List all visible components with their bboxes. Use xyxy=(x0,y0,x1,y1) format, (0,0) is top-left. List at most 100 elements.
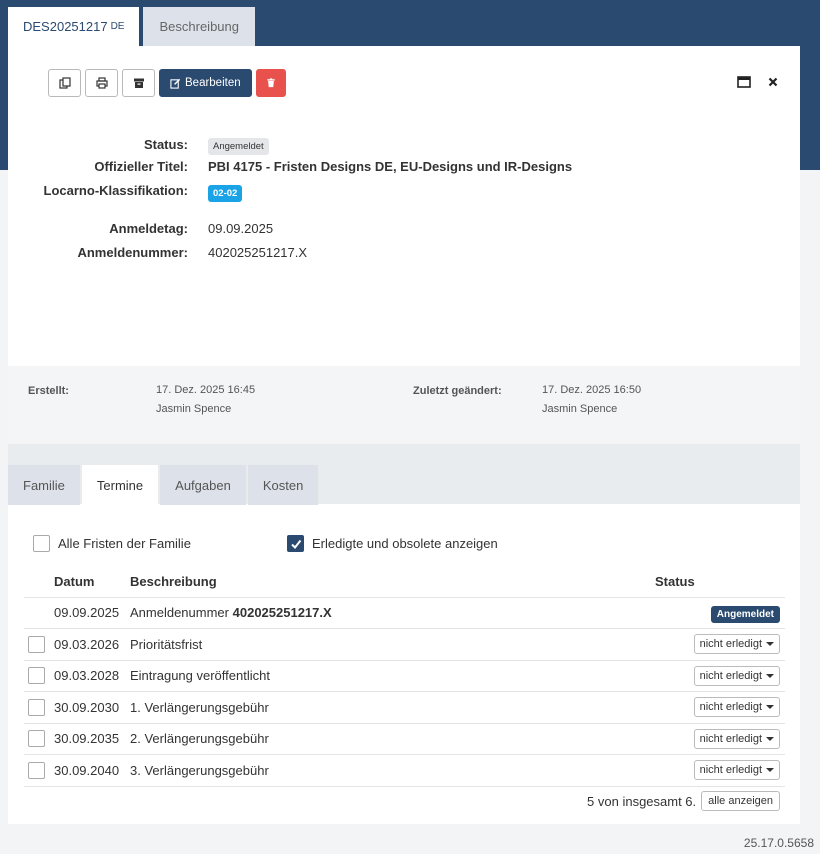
status-dropdown[interactable]: nicht erledigt xyxy=(693,697,780,718)
caret-down-icon xyxy=(766,642,774,647)
family-checkbox[interactable] xyxy=(33,535,50,552)
row-checkbox[interactable] xyxy=(28,635,45,653)
close-icon[interactable] xyxy=(765,74,781,90)
row-checkbox[interactable] xyxy=(28,667,45,685)
status-badge: Angemeldet xyxy=(710,606,780,624)
row-description-number: 402025251217.X xyxy=(232,605,332,621)
table-header-row: Datum Beschreibung Status xyxy=(24,567,785,598)
copy-button[interactable] xyxy=(48,69,81,97)
check-icon xyxy=(290,539,301,549)
version-label: 25.17.0.5658 xyxy=(743,836,814,850)
field-label: Offizieller Titel: xyxy=(94,158,188,174)
tab-kosten[interactable]: Kosten xyxy=(247,465,319,505)
deadlines-table: Datum Beschreibung Status 09.09.2025 Anm… xyxy=(24,567,785,787)
field-label: Locarno-Klassifikation: xyxy=(43,182,188,198)
caret-down-icon xyxy=(766,673,774,678)
field-value: PBI 4175 - Fristen Designs DE, EU-Design… xyxy=(208,158,573,174)
sub-tabs: Familie Termine Aufgaben Kosten xyxy=(8,465,319,505)
row-description-text: Anmeldenummer xyxy=(130,605,229,621)
field-title: Offizieller Titel: PBI 4175 - Fristen De… xyxy=(8,156,800,176)
toolbar: Bearbeiten xyxy=(48,69,286,97)
header-description[interactable]: Beschreibung xyxy=(130,567,655,598)
row-description: 1. Verlängerungsgebühr xyxy=(130,691,655,724)
row-date: 30.09.2030 xyxy=(54,691,130,724)
record-tabs: DES20251217 DE Beschreibung xyxy=(8,7,255,46)
field-label: Status: xyxy=(143,136,188,152)
status-dropdown-label: nicht erledigt xyxy=(699,669,762,682)
created-date: 17. Dez. 2025 16:45 xyxy=(156,384,256,396)
status-dropdown-label: nicht erledigt xyxy=(699,732,762,745)
field-anmeldenummer: Anmeldenummer: 402025251217.X xyxy=(8,242,800,262)
status-dropdown[interactable]: nicht erledigt xyxy=(693,665,780,686)
done-checkbox[interactable] xyxy=(287,535,304,552)
modified-value: 17. Dez. 2025 16:50 Jasmin Spence xyxy=(542,381,641,419)
status-dropdown[interactable]: nicht erledigt xyxy=(693,634,780,655)
status-badge: Angemeldet xyxy=(208,137,269,155)
field-label: Anmeldenummer: xyxy=(77,244,188,260)
table-row: 30.09.2035 2. Verlängerungsgebühr nicht … xyxy=(24,723,785,755)
table-row: 30.09.2040 3. Verlängerungsgebühr nicht … xyxy=(24,754,785,787)
edit-button-label: Bearbeiten xyxy=(185,77,241,89)
status-dropdown[interactable]: nicht erledigt xyxy=(693,760,780,781)
print-button[interactable] xyxy=(85,69,118,97)
header-date[interactable]: Datum xyxy=(54,567,130,598)
maximize-icon[interactable] xyxy=(736,74,752,90)
tab-familie[interactable]: Familie xyxy=(8,465,80,505)
status-dropdown[interactable]: nicht erledigt xyxy=(693,728,780,749)
row-checkbox[interactable] xyxy=(28,761,45,779)
done-checkbox-label: Erledigte und obsolete anzeigen xyxy=(312,536,498,551)
status-dropdown-label: nicht erledigt xyxy=(699,638,762,651)
edit-icon xyxy=(170,78,181,89)
field-value: 402025251217.X xyxy=(208,244,308,260)
trash-icon xyxy=(266,78,275,88)
table-row: 30.09.2030 1. Verlängerungsgebühr nicht … xyxy=(24,691,785,724)
filter-done[interactable]: Erledigte und obsolete anzeigen xyxy=(287,535,498,552)
status-dropdown-label: nicht erledigt xyxy=(699,701,762,714)
row-checkbox[interactable] xyxy=(28,730,45,748)
tab-termine[interactable]: Termine xyxy=(81,465,159,505)
locarno-badge[interactable]: 02-02 xyxy=(208,185,243,202)
tab-record-label: DES20251217 xyxy=(23,19,108,34)
field-status: Status: Angemeldet xyxy=(8,134,800,155)
status-dropdown-label: nicht erledigt xyxy=(699,764,762,777)
modified-by: Jasmin Spence xyxy=(542,403,618,415)
row-description: Prioritätsfrist xyxy=(130,628,655,661)
created-value: 17. Dez. 2025 16:45 Jasmin Spence xyxy=(156,381,255,419)
header-status[interactable]: Status xyxy=(655,567,785,598)
table-footer: 5 von insgesamt 6. alle anzeigen xyxy=(587,791,780,811)
tab-record[interactable]: DES20251217 DE xyxy=(8,7,140,46)
caret-down-icon xyxy=(766,768,774,773)
caret-down-icon xyxy=(766,705,774,710)
row-date: 30.09.2040 xyxy=(54,754,130,787)
tab-aufgaben[interactable]: Aufgaben xyxy=(160,465,246,505)
tab-beschreibung-label: Beschreibung xyxy=(159,19,239,34)
row-description: Eintragung veröffentlicht xyxy=(130,660,655,692)
record-panel: Bearbeiten Status: Angemeldet Offizielle… xyxy=(8,46,800,824)
delete-button[interactable] xyxy=(255,69,286,97)
row-checkbox[interactable] xyxy=(28,698,45,716)
print-icon xyxy=(95,77,108,89)
edit-button[interactable]: Bearbeiten xyxy=(159,69,252,97)
field-value: 09.09.2025 xyxy=(208,220,274,236)
field-label: Anmeldetag: xyxy=(109,220,188,236)
caret-down-icon xyxy=(766,736,774,741)
row-date: 30.09.2035 xyxy=(54,723,130,755)
row-date: 09.03.2026 xyxy=(54,628,130,661)
family-checkbox-label: Alle Fristen der Familie xyxy=(58,536,191,551)
copy-icon xyxy=(58,77,71,89)
field-anmeldetag: Anmeldetag: 09.09.2025 xyxy=(8,218,800,238)
row-date: 09.03.2028 xyxy=(54,660,130,692)
created-by: Jasmin Spence xyxy=(156,403,232,415)
audit-info: Erstellt: 17. Dez. 2025 16:45 Jasmin Spe… xyxy=(8,366,800,444)
modified-label: Zuletzt geändert: xyxy=(413,385,502,397)
tab-record-suffix: DE xyxy=(110,21,125,32)
row-count: 5 von insgesamt 6. xyxy=(587,793,697,809)
tab-beschreibung[interactable]: Beschreibung xyxy=(143,7,255,46)
show-all-button[interactable]: alle anzeigen xyxy=(701,791,780,811)
table-row: 09.09.2025 Anmeldenummer 402025251217.X … xyxy=(24,597,785,629)
archive-button[interactable] xyxy=(122,69,155,97)
filter-family[interactable]: Alle Fristen der Familie xyxy=(33,535,191,552)
field-locarno: Locarno-Klassifikation: 02-02 xyxy=(8,180,800,202)
row-date: 09.09.2025 xyxy=(54,597,130,629)
row-description: Anmeldenummer 402025251217.X xyxy=(130,597,655,629)
